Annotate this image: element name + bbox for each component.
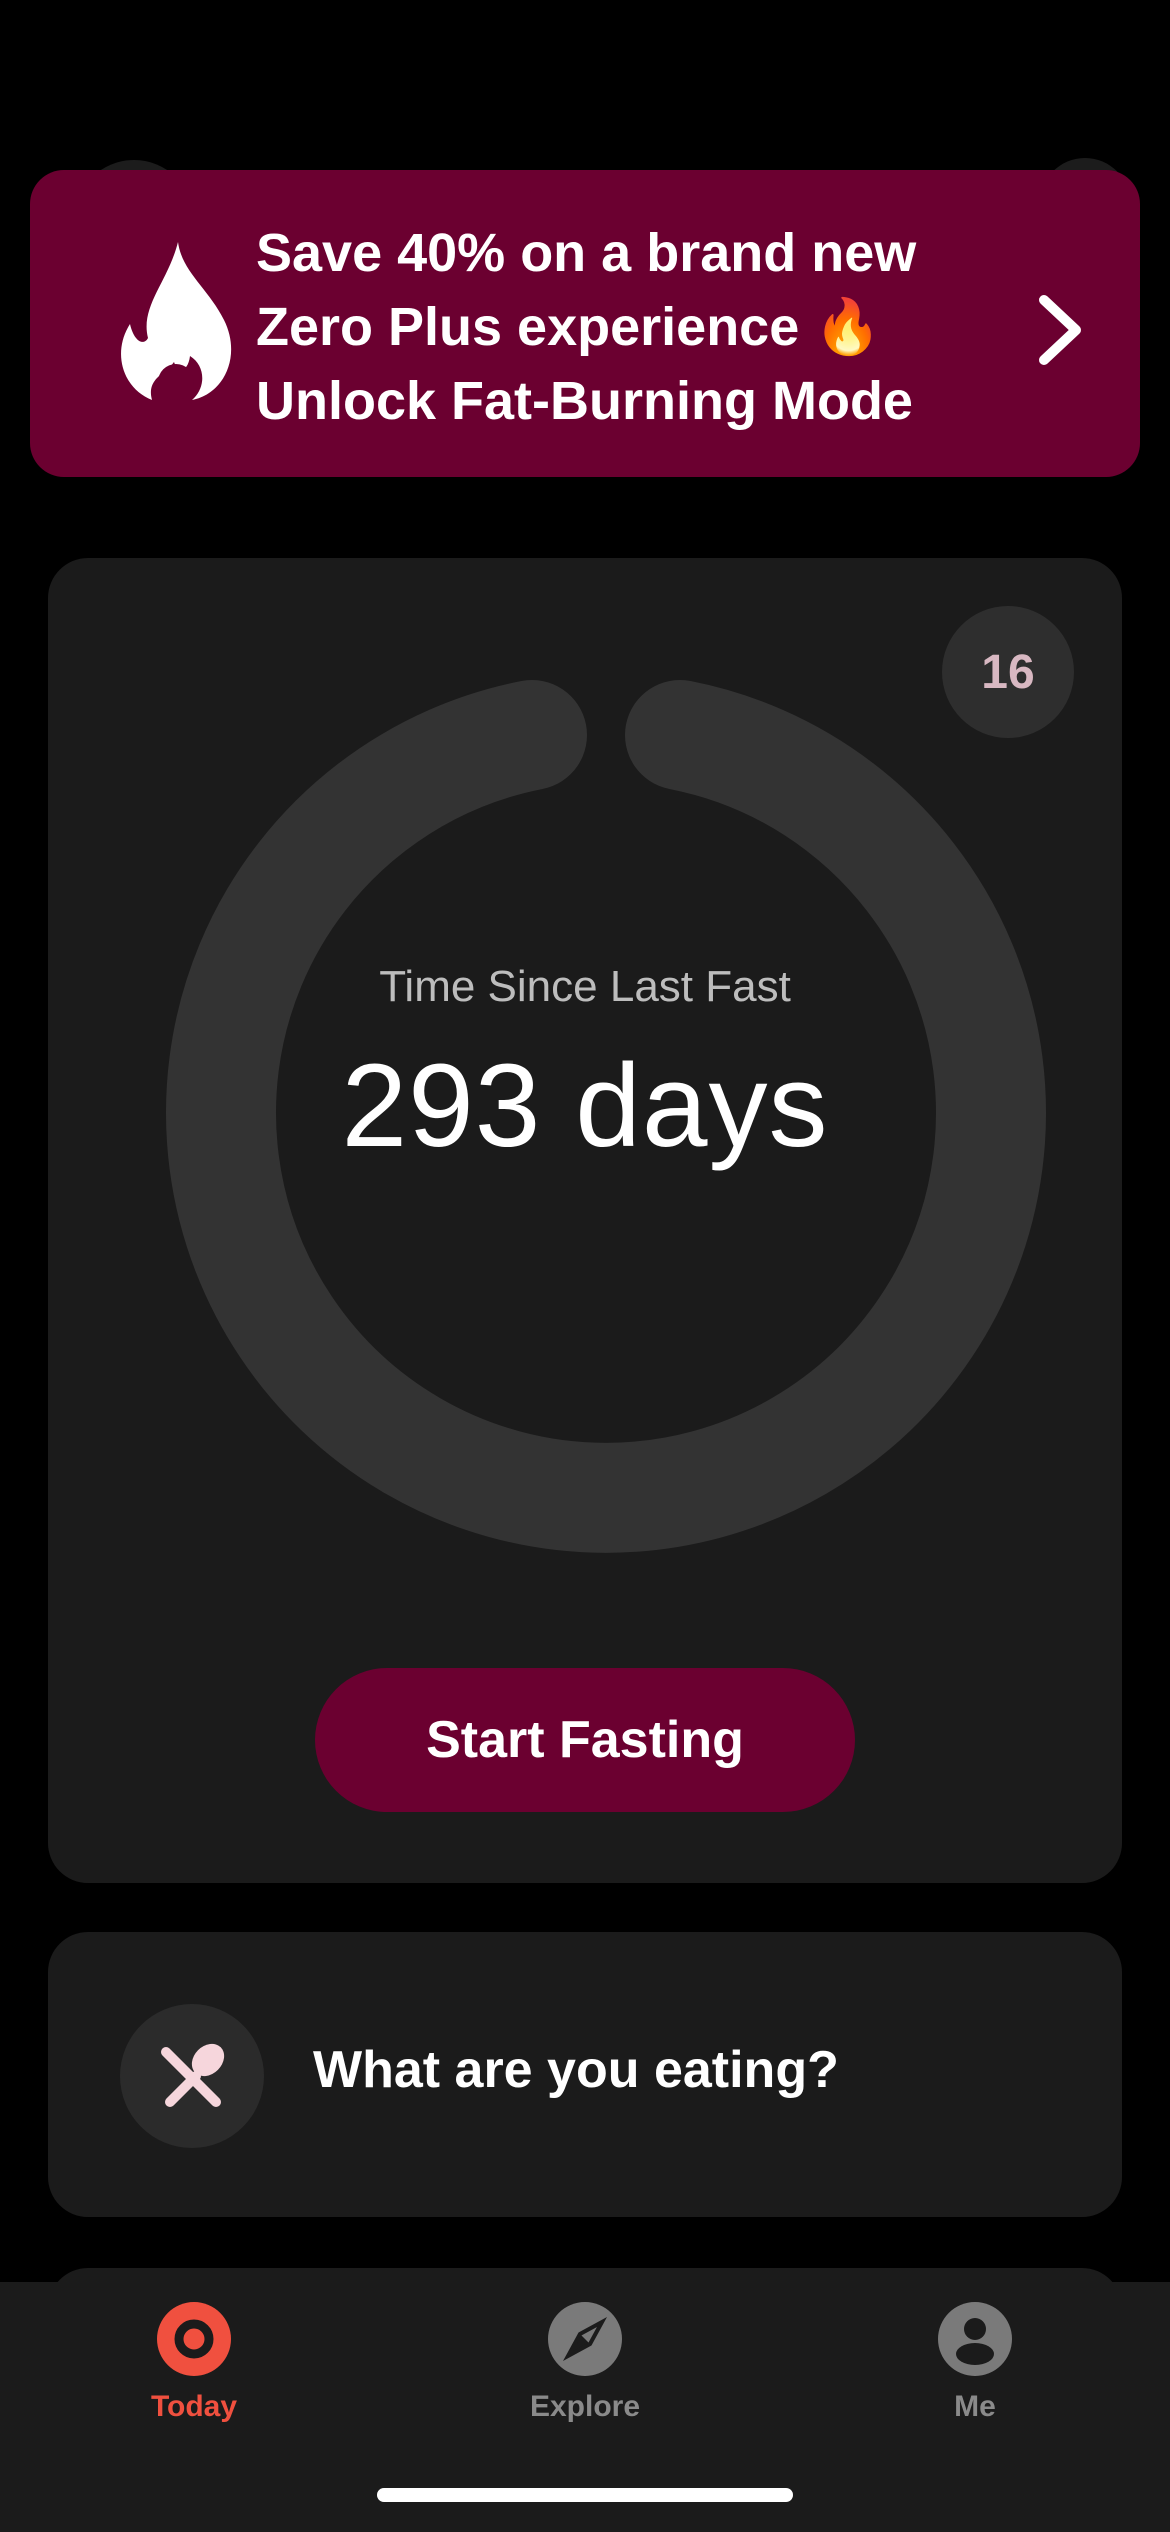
tab-explore-label: Explore bbox=[529, 2390, 641, 2423]
home-indicator[interactable] bbox=[377, 2488, 793, 2502]
tab-me[interactable]: Me bbox=[855, 2302, 1095, 2442]
compass-icon bbox=[548, 2302, 622, 2376]
tab-today[interactable]: Today bbox=[74, 2302, 314, 2442]
flame-icon bbox=[121, 242, 232, 400]
promo-line-3: Unlock Fat-Burning Mode bbox=[256, 371, 913, 431]
today-screen: Save 40% on a brand new Zero Plus experi… bbox=[0, 0, 1170, 2532]
food-log-card[interactable]: What are you eating? bbox=[48, 1932, 1122, 2217]
promo-banner[interactable]: Save 40% on a brand new Zero Plus experi… bbox=[30, 170, 1140, 477]
profile-icon bbox=[938, 2302, 1012, 2376]
chevron-right-icon[interactable] bbox=[1030, 290, 1090, 370]
tab-me-label: Me bbox=[954, 2390, 996, 2423]
today-ring-icon bbox=[157, 2302, 231, 2376]
tab-today-label: Today bbox=[150, 2390, 238, 2423]
food-log-label: What are you eating? bbox=[313, 2041, 839, 2099]
food-icon-circle bbox=[120, 2004, 264, 2148]
fasting-timer-card: 16 Time Since Last Fast 293 days Start F… bbox=[48, 558, 1122, 1883]
promo-line-2: Zero Plus experience 🔥 bbox=[256, 297, 882, 357]
start-fasting-button[interactable]: Start Fasting bbox=[315, 1668, 855, 1812]
promo-text: Save 40% on a brand new Zero Plus experi… bbox=[256, 216, 1036, 438]
fasting-plan-badge[interactable]: 16 bbox=[942, 606, 1074, 738]
timer-value: 293 days bbox=[341, 1040, 829, 1172]
fork-spoon-icon bbox=[161, 2043, 225, 2107]
tab-explore[interactable]: Explore bbox=[465, 2302, 705, 2442]
promo-line-1: Save 40% on a brand new bbox=[256, 223, 917, 283]
timer-caption: Time Since Last Fast bbox=[379, 962, 791, 1011]
